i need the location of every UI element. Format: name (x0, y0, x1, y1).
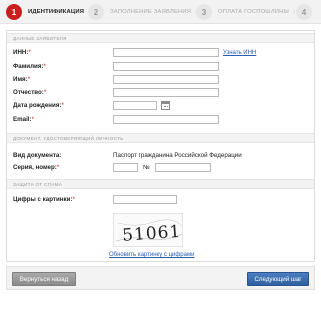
surname-label: Фамилия:* (13, 63, 46, 70)
steps-bar: 1 ИДЕНТИФИКАЦИЯ › 2 ЗАПОЛНЕНИЕ ЗАЯВЛЕНИЯ… (0, 0, 321, 24)
birthdate-label: Дата рождения:* (13, 102, 64, 109)
step-2-number: 2 (88, 4, 104, 20)
row-inn: ИНН:* Узнать ИНН (13, 47, 256, 58)
row-patronymic: Отчество:* (13, 87, 219, 98)
row-doctype: Вид документа: Паспорт гражданина Россий… (13, 150, 242, 161)
patronymic-label: Отчество:* (13, 89, 47, 96)
step-4: 4 (296, 3, 312, 21)
section-document-title: ДОКУМЕНТ, УДОСТОВЕРЯЮЩИЙ ЛИЧНОСТЬ (13, 135, 124, 141)
row-name: Имя:* (13, 74, 219, 85)
email-input[interactable] (113, 115, 219, 124)
patronymic-input[interactable] (113, 88, 219, 97)
number-input[interactable] (154, 163, 211, 172)
captcha-image: 51061 (113, 213, 183, 247)
series-label: Серия, номер:* (13, 164, 60, 171)
surname-input[interactable] (113, 62, 219, 71)
section-personal-header: ДАННЫЕ ЗАЯВИТЕЛЯ (7, 33, 314, 43)
row-series-number: Серия, номер:* № (13, 162, 211, 173)
row-birthdate: Дата рождения:* (13, 100, 170, 111)
calendar-icon[interactable] (161, 101, 170, 110)
step-3-label: ОПЛАТА ГОСПОШЛИНЫ (218, 9, 289, 15)
inn-input[interactable] (113, 48, 219, 57)
row-surname: Фамилия:* (13, 61, 219, 72)
captcha-label: Цифры с картинки:* (13, 196, 75, 203)
section-captcha-header: ЗАЩИТА ОТ СПАМА (7, 179, 314, 189)
captcha-graphic: 51061 (115, 219, 183, 246)
doctype-value: Паспорт гражданина Российской Федерации (113, 152, 242, 159)
series-input[interactable] (113, 163, 138, 172)
back-button[interactable]: Вернуться назад (12, 272, 76, 286)
inn-label: ИНН:* (13, 49, 31, 56)
name-input[interactable] (113, 75, 219, 84)
doctype-label: Вид документа: (13, 152, 62, 159)
form-footer: Вернуться назад Следующий шаг (6, 266, 315, 290)
section-document-header: ДОКУМЕНТ, УДОСТОВЕРЯЮЩИЙ ЛИЧНОСТЬ (7, 133, 314, 143)
step-4-number: 4 (296, 4, 312, 20)
step-2-label: ЗАПОЛНЕНИЕ ЗАЯВЛЕНИЯ (110, 9, 192, 15)
step-1-number: 1 (6, 4, 22, 20)
step-3: 3 ОПЛАТА ГОСПОШЛИНЫ › (196, 3, 295, 21)
row-captcha: Цифры с картинки:* (13, 194, 177, 205)
row-email: Email:* (13, 114, 219, 125)
birthdate-input[interactable] (113, 101, 157, 110)
find-inn-link[interactable]: Узнать ИНН (223, 50, 256, 56)
identification-form: ДАННЫЕ ЗАЯВИТЕЛЯ ИНН:* Узнать ИНН Фамили… (6, 30, 315, 283)
step-1: 1 ИДЕНТИФИКАЦИЯ › (6, 3, 90, 21)
name-label: Имя:* (13, 76, 31, 83)
number-sign: № (143, 164, 150, 171)
step-2: 2 ЗАПОЛНЕНИЕ ЗАЯВЛЕНИЯ › (88, 3, 198, 21)
step-3-number: 3 (196, 4, 212, 20)
step-arrow-icon: › (292, 8, 296, 16)
section-captcha-title: ЗАЩИТА ОТ СПАМА (13, 181, 63, 187)
captcha-refresh-link[interactable]: Обновить картинку с цифрами (109, 252, 194, 258)
section-personal-title: ДАННЫЕ ЗАЯВИТЕЛЯ (13, 35, 67, 41)
step-1-label: ИДЕНТИФИКАЦИЯ (28, 9, 85, 15)
email-label: Email:* (13, 116, 34, 123)
captcha-refresh: Обновить картинку с цифрами (109, 251, 194, 258)
next-step-button[interactable]: Следующий шаг (247, 272, 309, 286)
captcha-code-text: 51061 (122, 222, 182, 246)
captcha-input[interactable] (113, 195, 177, 204)
